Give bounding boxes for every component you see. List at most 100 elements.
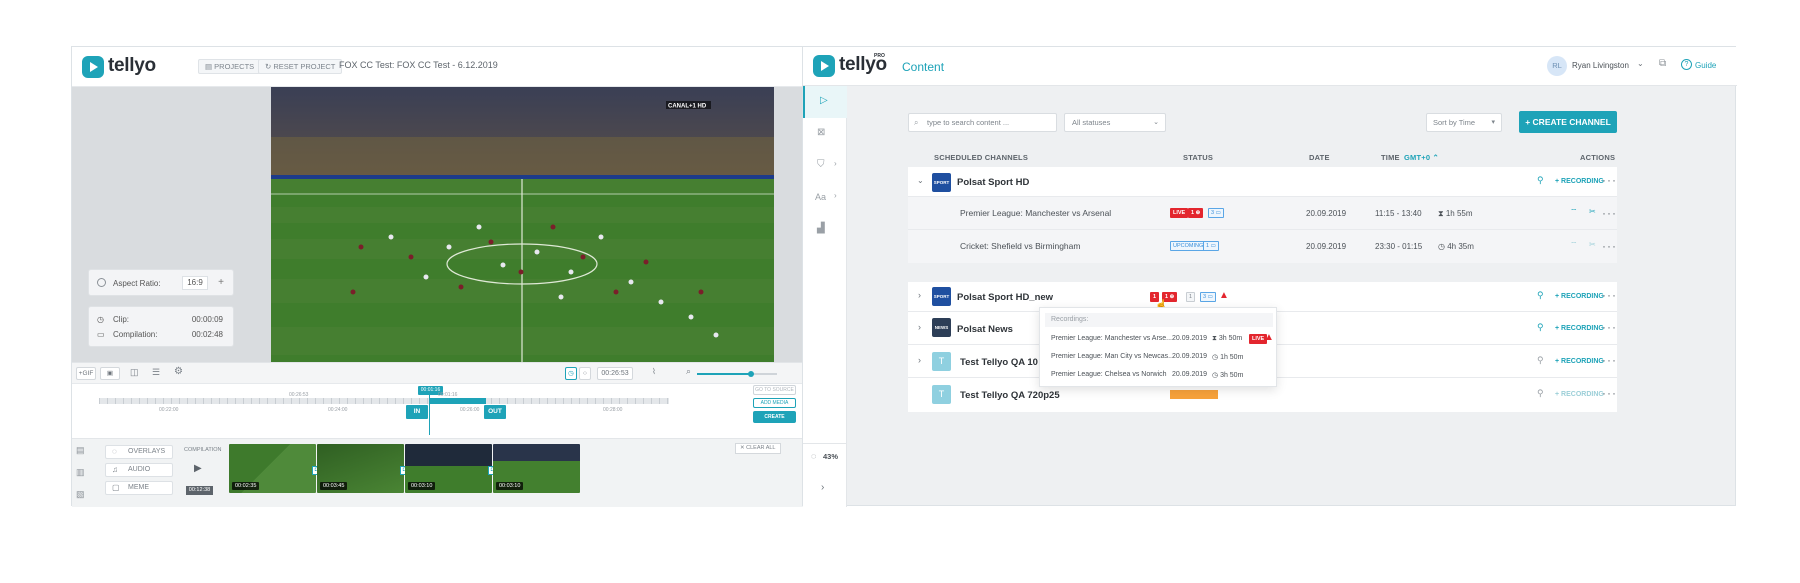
audio-tab[interactable]: ♫ AUDIO [105, 463, 173, 477]
scissors-icon[interactable]: ✂ [1589, 207, 1596, 216]
aspect-ratio-label: Aspect Ratio: [113, 279, 161, 288]
projects-button[interactable]: ▤ PROJECTS [198, 59, 262, 74]
expand-sidebar-icon[interactable]: › [821, 482, 824, 493]
recording-link[interactable]: + RECORDING [1555, 391, 1604, 398]
list-icon[interactable]: ☰ [152, 367, 160, 378]
pin-icon[interactable]: ⚲ [1537, 388, 1544, 399]
chart-icon[interactable]: ▥ [76, 467, 85, 478]
zoom-slider-handle[interactable] [748, 371, 754, 377]
clip-thumbnail[interactable]: 00:03:10 [493, 444, 580, 493]
more-icon[interactable]: ··· [1602, 240, 1617, 252]
popup-item[interactable]: Premier League: Chelsea vs Norwich 20.09… [1040, 366, 1278, 384]
timecode-field[interactable]: 00:26:53 [597, 367, 633, 380]
chevron-down-icon[interactable]: ⌄ [917, 176, 924, 185]
wifi-icon[interactable]: ⌔ [1570, 207, 1578, 217]
chevron-right-icon[interactable]: › [918, 355, 921, 365]
overlays-icon: ◌ [112, 447, 117, 456]
settings-icon[interactable]: ⚙ [174, 366, 183, 377]
more-icon[interactable]: ··· [1602, 354, 1617, 366]
recording-link[interactable]: + RECORDING [1555, 293, 1604, 300]
tick-label: 00:01:16 [438, 392, 458, 398]
selection-range[interactable] [429, 398, 486, 404]
aspect-ratio-select[interactable]: 16:9 [182, 276, 208, 290]
search-input[interactable]: ⌕ type to search content ... [908, 113, 1057, 132]
image-icon[interactable]: ▧ [76, 489, 85, 500]
gif-button[interactable]: +GIF [76, 367, 96, 380]
avatar[interactable]: RL [1547, 56, 1567, 76]
football-pitch-image: CANAL+1 HD [271, 87, 774, 362]
create-channel-button[interactable]: + CREATE CHANNEL [1519, 111, 1617, 133]
timeline[interactable]: 00:01:16 00:22:00 00:26:53 00:24:00 00:0… [72, 384, 803, 438]
sidebar-item-content[interactable]: ▷ [803, 86, 847, 118]
reset-project-button[interactable]: ↻ RESET PROJECT [258, 59, 343, 74]
tick-label: 00:26:00 [460, 407, 480, 413]
recording-label: RECORDING [1561, 358, 1604, 365]
timezone-sort[interactable]: GMT+0 ⌃ [1404, 153, 1439, 162]
out-point-button[interactable]: OUT [484, 405, 506, 419]
create-button[interactable]: CREATE [753, 411, 796, 423]
event-row[interactable]: Premier League: Manchester vs Arsenal LI… [908, 197, 1617, 230]
bookmark-icon[interactable]: ◫ [130, 367, 139, 378]
waveform-icon[interactable]: ⌇ [652, 367, 656, 376]
event-row[interactable]: Cricket: Shefield vs Birmingham UPCOMING… [908, 230, 1617, 263]
guide-link[interactable]: Guide [1695, 61, 1716, 70]
timeline-ruler[interactable] [99, 398, 669, 404]
sidebar-item-text[interactable]: Aa › [803, 182, 847, 214]
pin-icon[interactable]: ⚲ [1537, 322, 1544, 333]
external-link-icon[interactable]: ⧉ [1659, 58, 1666, 69]
more-icon[interactable]: ··· [1602, 321, 1617, 333]
playhead[interactable] [429, 395, 430, 435]
channel-row[interactable]: ⌄ SPORT Polsat Sport HD ⚲ + RECORDING ··… [908, 167, 1617, 197]
more-icon[interactable]: ··· [1602, 174, 1617, 186]
in-point-button[interactable]: IN [406, 405, 428, 419]
clip-thumbnail[interactable]: 00:02:35 [229, 444, 316, 493]
more-icon[interactable]: ··· [1602, 207, 1617, 219]
pin-icon[interactable]: ⚲ [1537, 355, 1544, 366]
image-button[interactable]: ▣ [100, 367, 120, 380]
sort-select[interactable]: Sort by Time ▾ [1426, 113, 1502, 132]
warning-icon: ▲ [1264, 332, 1274, 343]
overlays-tab[interactable]: ◌ OVERLAYS [105, 445, 173, 459]
meme-tab[interactable]: ▢ MEME [105, 481, 173, 495]
clip-thumbnail[interactable]: 00:03:45 [317, 444, 404, 493]
timer-icon[interactable]: ◷ [565, 367, 577, 380]
clip-thumbnail[interactable]: 00:03:10 [405, 444, 492, 493]
status-filter-select[interactable]: All statuses ⌄ [1064, 113, 1166, 132]
user-name[interactable]: Ryan Livingston [1572, 61, 1629, 70]
chevron-down-icon[interactable]: ⌄ [1637, 59, 1644, 68]
add-icon[interactable]: + [214, 276, 228, 290]
column-header-time[interactable]: TIME [1381, 153, 1400, 162]
more-icon[interactable]: ··· [1602, 289, 1617, 301]
pin-icon[interactable]: ⚲ [1537, 175, 1544, 186]
play-compilation-icon[interactable]: ▶ [194, 463, 202, 474]
hourglass-icon: ⧗ [1438, 209, 1446, 218]
zoom-slider[interactable] [697, 371, 777, 377]
chevron-right-icon[interactable]: › [918, 290, 921, 300]
sidebar-item-security[interactable]: ⛉ › [803, 150, 847, 182]
layout-icon[interactable]: ▤ [76, 445, 85, 456]
bar-chart-icon: ▟ [817, 223, 825, 234]
clear-all-button[interactable]: ✕ CLEAR ALL [735, 443, 781, 454]
sidebar-item-editor[interactable]: ⊠ [803, 118, 847, 150]
sidebar-item-analytics[interactable]: ▟ [803, 214, 847, 246]
video-player[interactable]: CANAL+1 HD [271, 87, 774, 362]
recording-link[interactable]: + RECORDING [1555, 325, 1604, 332]
wifi-icon[interactable]: ⌔ [1570, 240, 1578, 250]
editor-toolbar: +GIF ▣ ◫ ☰ ⚙ ◷ ○ 00:26:53 ⌇ ⌕ [72, 362, 803, 384]
warning-icon[interactable]: ▲ [1219, 290, 1229, 301]
event-name: Premier League: Manchester vs Arsenal [960, 208, 1112, 218]
popup-item[interactable]: Premier League: Manchester vs Arse... 20… [1040, 330, 1278, 348]
scissors-icon[interactable]: ✂ [1589, 240, 1596, 249]
add-media-button[interactable]: ADD MEDIA [753, 398, 796, 408]
help-icon[interactable]: ? [1681, 59, 1692, 70]
go-to-source-button[interactable]: GO TO SOURCE [753, 385, 796, 395]
recording-link[interactable]: + RECORDING [1555, 358, 1604, 365]
popup-item[interactable]: Premier League: Man City vs Newcas... 20… [1040, 348, 1278, 366]
chevron-right-icon[interactable]: › [918, 322, 921, 332]
recording-link[interactable]: + RECORDING [1555, 178, 1604, 185]
pin-icon[interactable]: ⚲ [1537, 290, 1544, 301]
event-time: 11:15 - 13:40 [1375, 209, 1422, 218]
more-icon[interactable]: ··· [1602, 387, 1617, 399]
loop-icon[interactable]: ○ [579, 367, 591, 380]
project-title: FOX CC Test: FOX CC Test - 6.12.2019 [339, 60, 498, 70]
